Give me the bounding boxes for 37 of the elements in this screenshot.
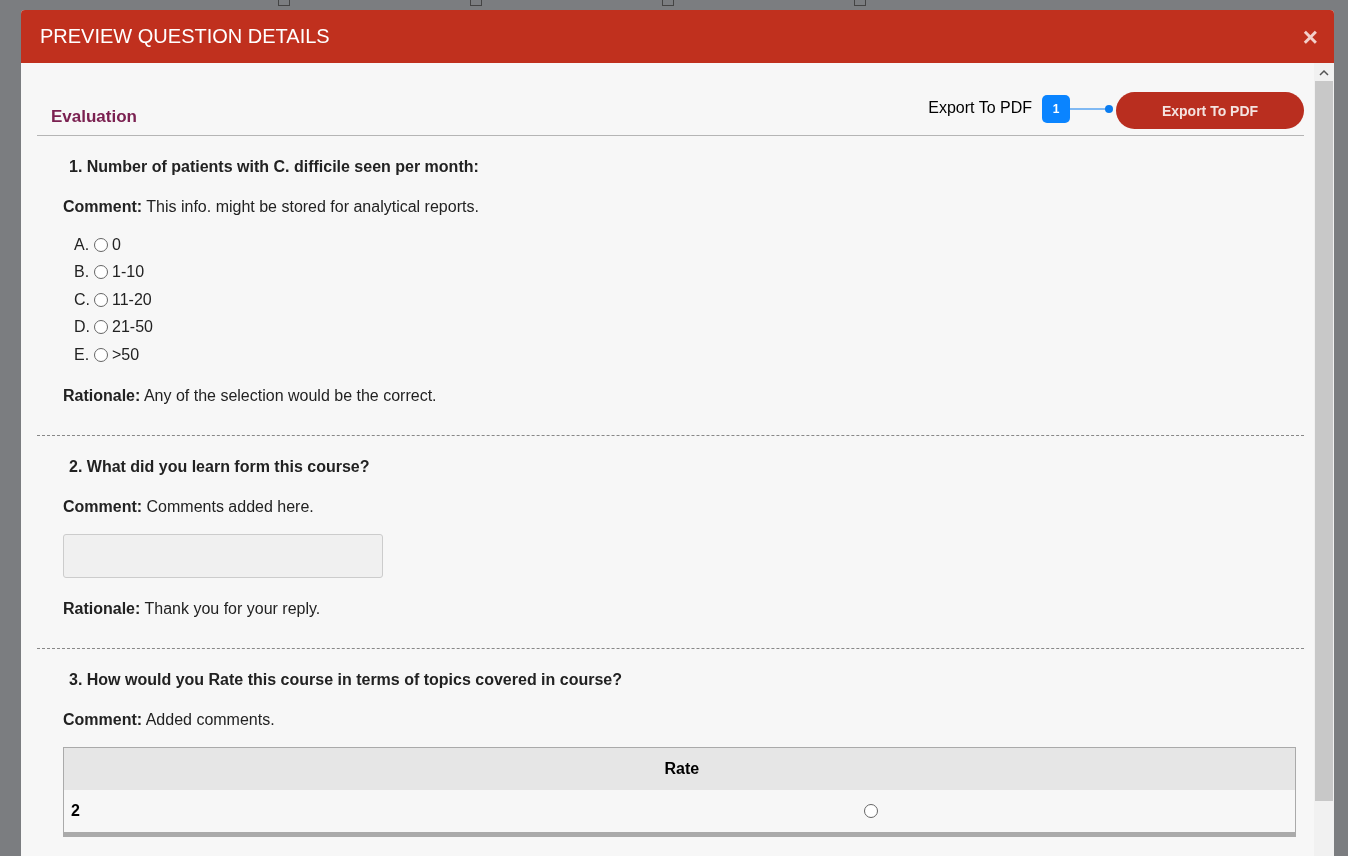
row-label: 2 [71, 802, 81, 820]
comment-text: Comment: Comments added here. [63, 498, 315, 516]
scroll-up-icon[interactable] [1319, 69, 1329, 77]
callout-label: Export To PDF [928, 98, 1032, 117]
option-label: 0 [112, 235, 121, 254]
radio-button[interactable] [94, 237, 108, 252]
radio-button[interactable] [94, 292, 108, 307]
scrollbar-thumb[interactable] [1315, 81, 1333, 801]
radio-button[interactable] [864, 804, 878, 818]
answer-field[interactable] [63, 534, 383, 578]
close-button[interactable]: × [1298, 23, 1322, 50]
radio-button[interactable] [94, 265, 108, 279]
callout-badge: 1 [1042, 94, 1070, 123]
rationale-text: Rationale: Any of the selection would be the correct. [63, 387, 438, 405]
option-label: 21-50 [112, 318, 153, 336]
question-title: 1. Number of patients with C. difficile seen per month: [68, 158, 480, 176]
leader-line [1070, 103, 1114, 114]
scrollbar[interactable] [1314, 63, 1334, 856]
rationale-text: Rationale: Thank you for your reply. [63, 600, 322, 618]
section-title: Evaluation [51, 107, 137, 127]
option-letter: A. [74, 235, 91, 254]
dialog-title: PREVIEW QUESTION DETAILS [40, 25, 330, 48]
option-label: >50 [112, 345, 140, 364]
export-pdf-button[interactable]: Export To PDF [1116, 92, 1304, 129]
option-letter: C. [74, 290, 91, 309]
radio-button[interactable] [94, 320, 108, 334]
column-header: Rate [664, 760, 701, 778]
comment-text: Comment: Added comments. [63, 711, 276, 729]
option-label: 1-10 [112, 263, 145, 281]
option-letter: B. [74, 263, 91, 281]
radio-button[interactable] [94, 347, 108, 362]
question-title: 3. How would you Rate this course in terms of topics covered in course? [68, 671, 623, 689]
option-letter: E. [74, 345, 91, 364]
question-title: 2. What did you learn form this course? [68, 458, 371, 476]
option-label: 11-20 [112, 290, 152, 309]
option-letter: D. [74, 318, 91, 336]
comment-text: Comment: This info. might be stored for analytical reports. [63, 198, 480, 216]
